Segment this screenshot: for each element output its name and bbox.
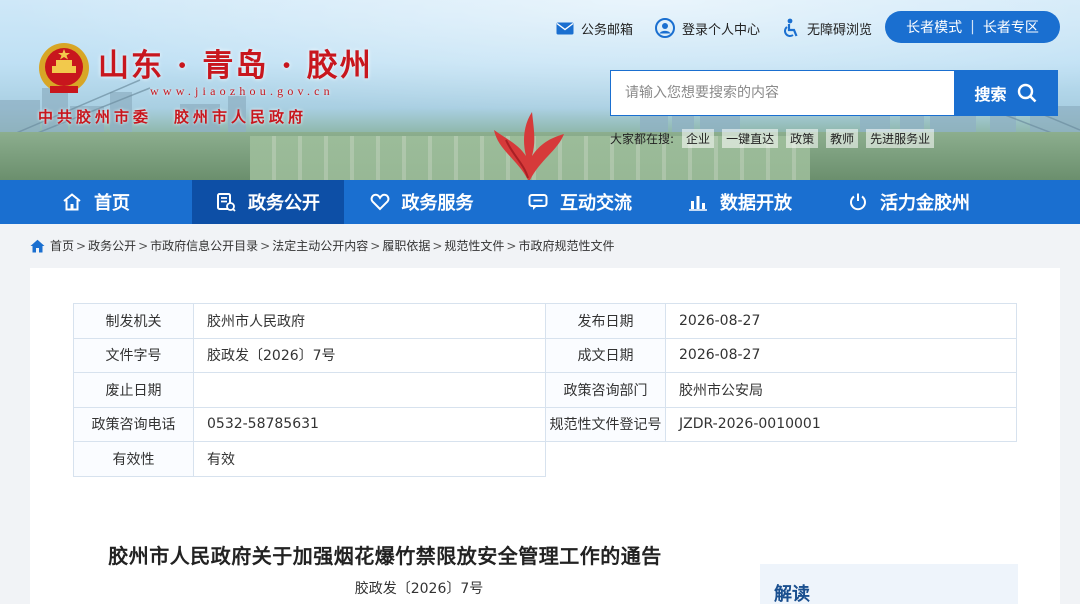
hot-search-tag[interactable]: 一键直达 bbox=[722, 129, 779, 148]
nav-item-label: 首页 bbox=[94, 193, 130, 214]
meta-label: 废止日期 bbox=[73, 372, 194, 408]
meta-label: 成文日期 bbox=[545, 337, 666, 373]
table-row: 废止日期 政策咨询部门 胶州市公安局 bbox=[73, 372, 1017, 408]
accessibility-icon bbox=[784, 18, 798, 37]
empty-cell bbox=[666, 442, 1017, 477]
nav-item-gov-affairs[interactable]: 政务公开 bbox=[192, 180, 344, 224]
document-icon bbox=[217, 193, 236, 212]
meta-label: 规范性文件登记号 bbox=[545, 406, 666, 442]
site-header: 山东 · 青岛 · 胶州 www.jiaozhou.gov.cn 中共胶州市委 胶… bbox=[0, 0, 1080, 180]
breadcrumb-separator: > bbox=[370, 238, 381, 253]
search-button-label: 搜索 bbox=[974, 87, 1007, 104]
nav-item-label: 政务公开 bbox=[248, 193, 320, 214]
breadcrumb: 首页 > 政务公开 > 市政府信息公开目录 > 法定主动公开内容 > 履职依据 > 规范性… bbox=[30, 237, 614, 254]
search-input[interactable] bbox=[611, 71, 954, 115]
main-content-card: 制发机关 胶州市人民政府 发布日期 2026-08-27 文件字号 胶政发〔20… bbox=[30, 268, 1060, 604]
nav-item-gov-services[interactable]: 政务服务 bbox=[344, 180, 499, 224]
meta-value-validity: 有效 bbox=[193, 441, 546, 477]
meta-label: 制发机关 bbox=[73, 303, 194, 339]
top-link-label: 登录个人中心 bbox=[682, 22, 761, 38]
table-row: 文件字号 胶政发〔2026〕7号 成文日期 2026-08-27 bbox=[73, 337, 1017, 373]
breadcrumb-item[interactable]: 首页 bbox=[50, 237, 74, 254]
site-logo-title[interactable]: 山东 · 青岛 · 胶州 bbox=[98, 40, 373, 85]
nav-item-label: 政务服务 bbox=[401, 193, 474, 214]
meta-value-registration-number: JZDR-2026-0010001 bbox=[665, 406, 1017, 442]
table-row: 有效性 有效 bbox=[73, 441, 1017, 477]
top-link-mail[interactable]: 公务邮箱 bbox=[556, 19, 633, 38]
top-link-accessibility[interactable]: 无障碍浏览 bbox=[782, 18, 872, 38]
red-sculpture-image bbox=[494, 112, 564, 180]
top-link-label: 无障碍浏览 bbox=[807, 22, 873, 38]
meta-label: 发布日期 bbox=[545, 303, 666, 339]
meta-value-publish-date: 2026-08-27 bbox=[665, 303, 1017, 339]
breadcrumb-item-current[interactable]: 市政府规范性文件 bbox=[518, 237, 614, 254]
org-government: 胶州市人民政府 bbox=[174, 108, 308, 126]
hot-search-tag[interactable]: 先进服务业 bbox=[866, 129, 935, 148]
meta-label: 文件字号 bbox=[73, 337, 194, 373]
nav-item-open-data[interactable]: 数据开放 bbox=[661, 180, 819, 224]
top-links: 公务邮箱 登录个人中心 无障碍浏览 bbox=[556, 18, 894, 38]
elder-mode-link[interactable]: 长者模式 bbox=[906, 17, 962, 37]
top-link-label: 公务邮箱 bbox=[581, 22, 634, 38]
chat-icon bbox=[528, 194, 548, 210]
elder-zone-link[interactable]: 长者专区 bbox=[983, 17, 1039, 37]
breadcrumb-separator: > bbox=[76, 238, 87, 253]
home-icon bbox=[30, 239, 45, 252]
breadcrumb-item[interactable]: 履职依据 bbox=[382, 237, 430, 254]
power-icon bbox=[850, 193, 866, 211]
nav-item-vitality[interactable]: 活力金胶州 bbox=[819, 180, 999, 224]
search-button[interactable]: 搜索 bbox=[954, 71, 1057, 115]
hot-searches-label: 大家都在搜: bbox=[610, 132, 675, 146]
site-organizations: 中共胶州市委 胶州市人民政府 bbox=[38, 106, 329, 127]
search-icon bbox=[1017, 83, 1036, 103]
meta-value-repeal-date bbox=[193, 372, 546, 408]
breadcrumb-separator: > bbox=[260, 238, 271, 253]
breadcrumb-separator: > bbox=[432, 238, 443, 253]
empty-cell bbox=[546, 442, 666, 477]
heart-icon bbox=[370, 193, 389, 211]
meta-value-issuer: 胶州市人民政府 bbox=[193, 303, 546, 339]
nav-item-interaction[interactable]: 互动交流 bbox=[499, 180, 661, 224]
meta-value-consult-phone: 0532-58785631 bbox=[193, 406, 546, 442]
meta-value-doc-number: 胶政发〔2026〕7号 bbox=[193, 337, 546, 373]
interpretation-panel: 解读 bbox=[760, 564, 1018, 604]
document-metadata-table: 制发机关 胶州市人民政府 发布日期 2026-08-27 文件字号 胶政发〔20… bbox=[73, 303, 1017, 477]
home-icon bbox=[63, 193, 81, 211]
org-party-committee: 中共胶州市委 bbox=[38, 108, 153, 126]
site-url: www.jiaozhou.gov.cn bbox=[150, 84, 334, 98]
hot-searches: 大家都在搜: 企业 一键直达 政策 教师 先进服务业 bbox=[610, 129, 935, 148]
document-title: 胶州市人民政府关于加强烟花爆竹禁限放安全管理工作的通告 bbox=[108, 544, 662, 568]
bar-chart-icon bbox=[689, 196, 707, 211]
breadcrumb-separator: > bbox=[138, 238, 149, 253]
table-row: 制发机关 胶州市人民政府 发布日期 2026-08-27 bbox=[73, 303, 1017, 339]
search-box: 搜索 bbox=[610, 70, 1058, 116]
interpretation-title: 解读 bbox=[774, 584, 810, 604]
main-nav: 首页 政务公开 政务服务 互动交流 数据开放 活力金胶州 bbox=[0, 180, 1080, 224]
national-emblem-icon bbox=[39, 43, 89, 93]
nav-item-home[interactable]: 首页 bbox=[0, 180, 192, 224]
hot-search-tag[interactable]: 教师 bbox=[826, 129, 859, 148]
top-link-login[interactable]: 登录个人中心 bbox=[655, 18, 760, 38]
meta-label: 政策咨询部门 bbox=[545, 372, 666, 408]
table-row: 政策咨询电话 0532-58785631 规范性文件登记号 JZDR-2026-… bbox=[73, 406, 1017, 442]
meta-value-written-date: 2026-08-27 bbox=[665, 337, 1017, 373]
hot-search-tag[interactable]: 企业 bbox=[682, 129, 715, 148]
document-number: 胶政发〔2026〕7号 bbox=[354, 581, 484, 597]
nav-item-label: 活力金胶州 bbox=[880, 193, 970, 214]
meta-label: 有效性 bbox=[73, 441, 194, 477]
user-icon bbox=[655, 18, 676, 38]
breadcrumb-separator: > bbox=[506, 238, 517, 253]
mail-icon bbox=[556, 22, 574, 34]
hot-search-tag[interactable]: 政策 bbox=[786, 129, 819, 148]
nav-item-label: 数据开放 bbox=[720, 193, 792, 214]
breadcrumb-item[interactable]: 市政府信息公开目录 bbox=[150, 237, 258, 254]
nav-item-label: 互动交流 bbox=[560, 193, 632, 214]
breadcrumb-item[interactable]: 规范性文件 bbox=[444, 237, 504, 254]
meta-value-consult-dept: 胶州市公安局 bbox=[665, 372, 1017, 408]
breadcrumb-item[interactable]: 法定主动公开内容 bbox=[272, 237, 368, 254]
meta-label: 政策咨询电话 bbox=[73, 406, 194, 442]
breadcrumb-item[interactable]: 政务公开 bbox=[88, 237, 136, 254]
elder-separator: | bbox=[970, 19, 975, 35]
elder-mode-bar: 长者模式 | 长者专区 bbox=[885, 11, 1060, 43]
